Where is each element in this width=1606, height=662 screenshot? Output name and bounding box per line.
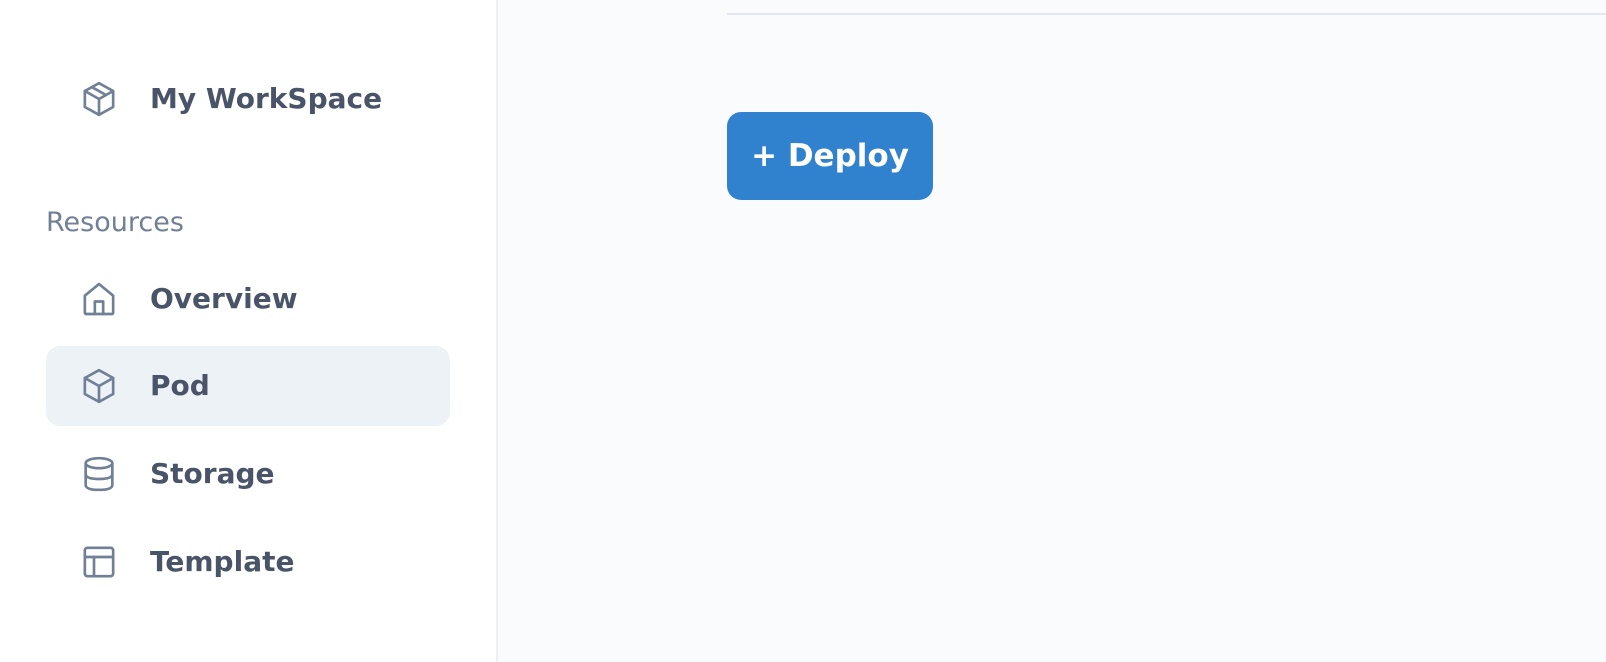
package-icon (79, 79, 119, 119)
sidebar-item-template[interactable]: Template (46, 522, 450, 602)
layout-icon (79, 542, 119, 582)
sidebar-item-label: Template (150, 545, 295, 578)
cube-icon (79, 366, 119, 406)
sidebar-item-label: Pod (150, 369, 210, 402)
deploy-button[interactable]: + Deploy (727, 112, 933, 200)
sidebar-item-label: Storage (150, 457, 275, 490)
sidebar-item-pod[interactable]: Pod (46, 346, 450, 426)
workspace-label: My WorkSpace (150, 82, 383, 115)
database-icon (79, 454, 119, 494)
sidebar-item-overview[interactable]: Overview (46, 259, 450, 339)
workspace-selector[interactable]: My WorkSpace (46, 59, 450, 139)
header-divider (727, 13, 1606, 15)
app-window: My WorkSpace Resources Overview Pod Stor… (0, 0, 1606, 662)
main-content: + Deploy (498, 0, 1606, 662)
sidebar-item-label: Overview (150, 282, 298, 315)
section-title-resources: Resources (46, 207, 184, 238)
sidebar-item-storage[interactable]: Storage (46, 434, 450, 514)
sidebar: My WorkSpace Resources Overview Pod Stor… (0, 0, 498, 662)
home-icon (79, 279, 119, 319)
